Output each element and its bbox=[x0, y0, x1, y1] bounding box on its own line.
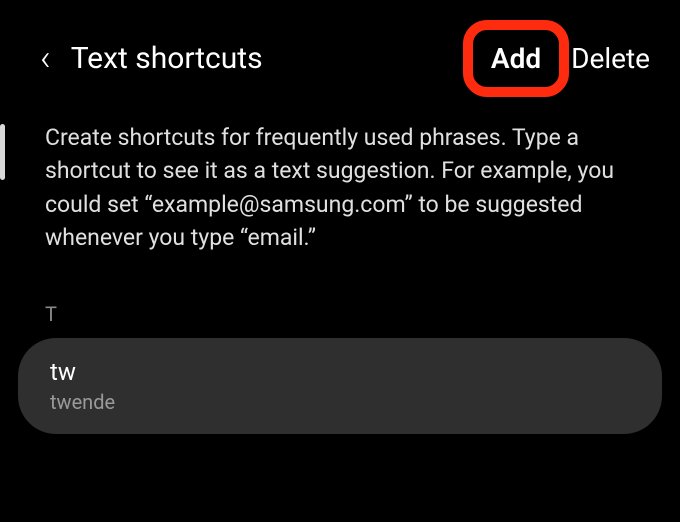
shortcut-phrase-text: twende bbox=[50, 390, 630, 414]
shortcut-key-text: tw bbox=[50, 358, 630, 386]
add-button[interactable]: Add bbox=[491, 42, 541, 75]
description-text: Create shortcuts for frequently used phr… bbox=[0, 96, 680, 284]
add-button-wrapper: Add bbox=[491, 42, 541, 75]
delete-button[interactable]: Delete bbox=[571, 42, 650, 75]
section-header-letter: T bbox=[0, 284, 680, 338]
back-icon[interactable]: ‹ bbox=[40, 40, 51, 76]
page-title: Text shortcuts bbox=[71, 41, 471, 76]
shortcut-list-item[interactable]: tw twende bbox=[18, 338, 662, 434]
header-bar: ‹ Text shortcuts Add Delete bbox=[0, 0, 680, 96]
scroll-indicator bbox=[0, 124, 5, 180]
header-actions: Add Delete bbox=[491, 42, 650, 75]
